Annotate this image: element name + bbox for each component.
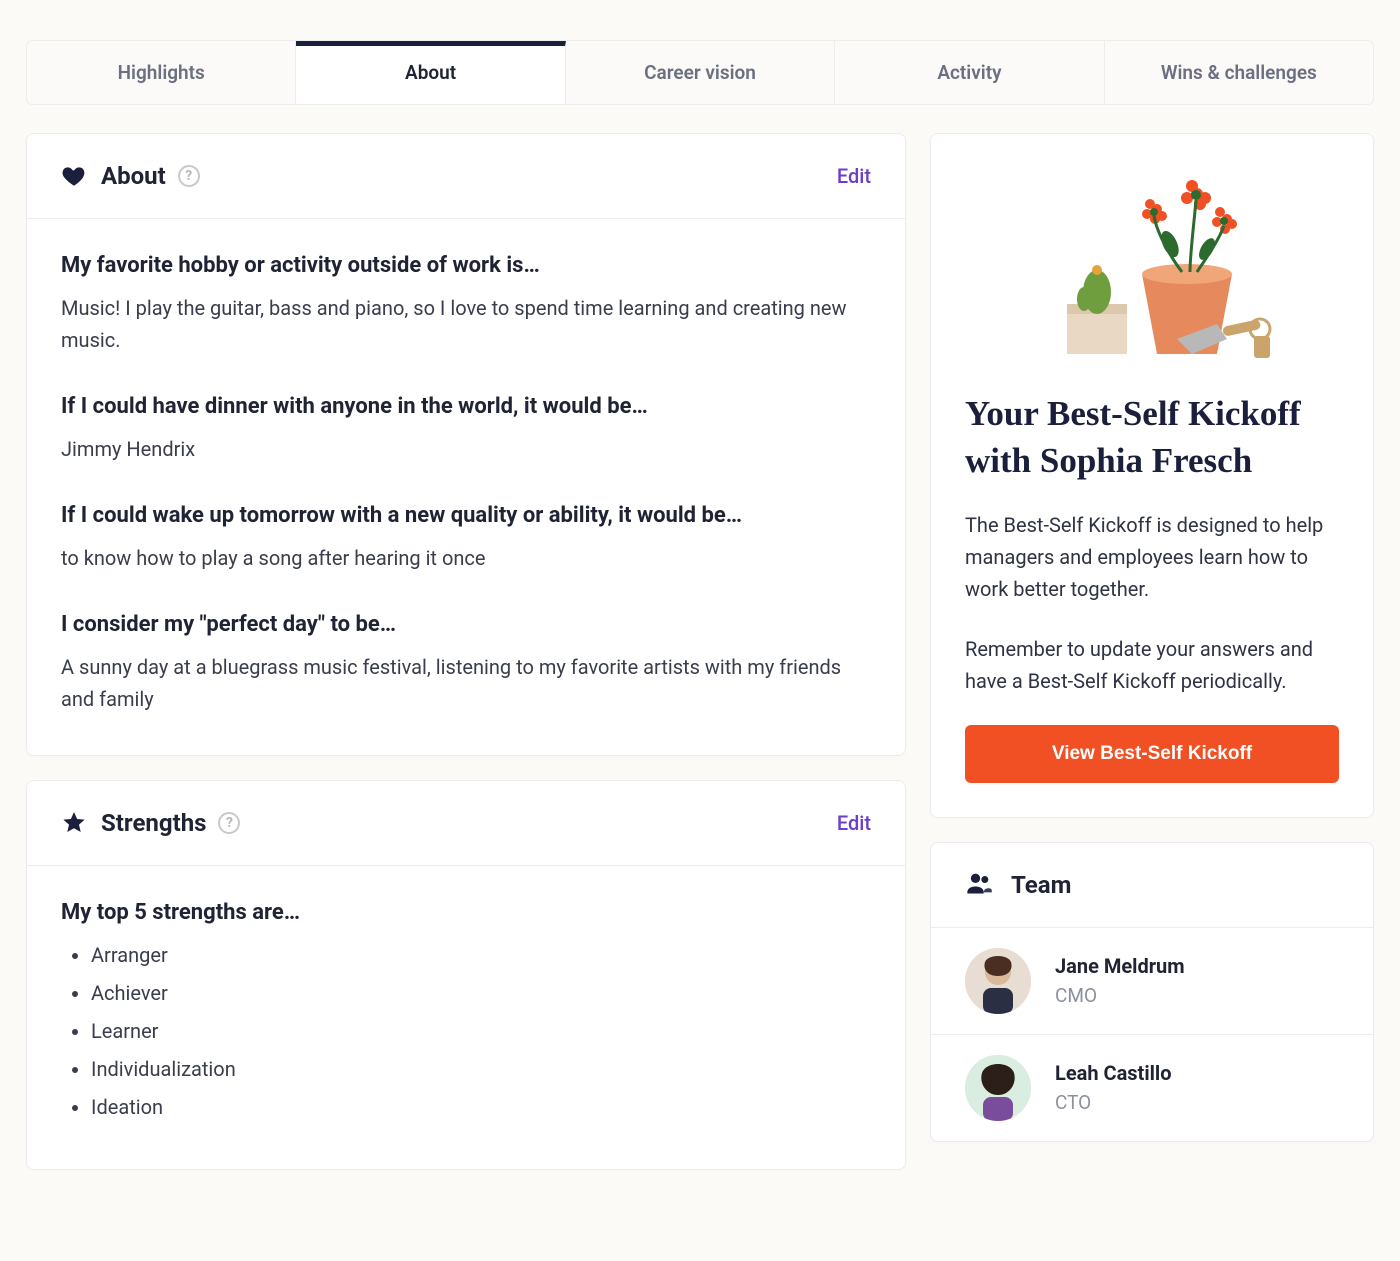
member-title: CTO [1055, 1091, 1172, 1114]
tabs-bar: Highlights About Career vision Activity … [26, 40, 1374, 105]
team-card: Team Jane Meldrum CMO Leah Castillo CTO [930, 842, 1374, 1142]
star-icon [61, 810, 87, 836]
avatar [965, 1055, 1031, 1121]
help-icon[interactable]: ? [178, 165, 200, 187]
strengths-card-header: Strengths ? Edit [27, 781, 905, 866]
about-q3: If I could wake up tomorrow with a new q… [61, 503, 871, 528]
about-card-header: About ? Edit [27, 134, 905, 219]
list-item: Individualization [91, 1053, 871, 1085]
people-icon [965, 869, 993, 901]
heart-icon [61, 163, 87, 189]
about-title: About [101, 162, 166, 190]
tab-career-vision[interactable]: Career vision [566, 41, 835, 104]
flowerpot-illustration [1022, 164, 1282, 364]
avatar [965, 948, 1031, 1014]
help-icon[interactable]: ? [218, 812, 240, 834]
list-item: Learner [91, 1015, 871, 1047]
team-row[interactable]: Jane Meldrum CMO [931, 928, 1373, 1035]
about-q2: If I could have dinner with anyone in th… [61, 394, 871, 419]
list-item: Ideation [91, 1091, 871, 1123]
strengths-card: Strengths ? Edit My top 5 strengths are…… [26, 780, 906, 1170]
about-qa-2: If I could have dinner with anyone in th… [61, 394, 871, 465]
strengths-list: Arranger Achiever Learner Individualizat… [61, 939, 871, 1123]
kickoff-card: Your Best-Self Kickoff with Sophia Fresc… [930, 133, 1374, 818]
team-title: Team [1011, 871, 1071, 899]
about-a3: to know how to play a song after hearing… [61, 542, 871, 574]
tab-activity[interactable]: Activity [835, 41, 1104, 104]
team-card-header: Team [931, 843, 1373, 928]
kickoff-title: Your Best-Self Kickoff with Sophia Fresc… [965, 390, 1339, 485]
about-a4: A sunny day at a bluegrass music festiva… [61, 651, 871, 715]
about-qa-3: If I could wake up tomorrow with a new q… [61, 503, 871, 574]
member-title: CMO [1055, 984, 1185, 1007]
strengths-qa-1: My top 5 strengths are… Arranger Achieve… [61, 900, 871, 1123]
about-a1: Music! I play the guitar, bass and piano… [61, 292, 871, 356]
about-qa-1: My favorite hobby or activity outside of… [61, 253, 871, 356]
list-item: Arranger [91, 939, 871, 971]
tab-highlights[interactable]: Highlights [27, 41, 296, 104]
edit-strengths-link[interactable]: Edit [837, 811, 871, 835]
about-card: About ? Edit My favorite hobby or activi… [26, 133, 906, 756]
strengths-q1: My top 5 strengths are… [61, 900, 871, 925]
tab-about[interactable]: About [296, 41, 565, 104]
view-kickoff-button[interactable]: View Best-Self Kickoff [965, 725, 1339, 783]
tab-wins-challenges[interactable]: Wins & challenges [1105, 41, 1373, 104]
about-a2: Jimmy Hendrix [61, 433, 871, 465]
about-q1: My favorite hobby or activity outside of… [61, 253, 871, 278]
team-row[interactable]: Leah Castillo CTO [931, 1035, 1373, 1141]
member-name: Jane Meldrum [1055, 954, 1185, 978]
list-item: Achiever [91, 977, 871, 1009]
kickoff-p2: Remember to update your answers and have… [965, 633, 1339, 697]
strengths-title: Strengths [101, 809, 206, 837]
about-q4: I consider my "perfect day" to be… [61, 612, 871, 637]
about-qa-4: I consider my "perfect day" to be… A sun… [61, 612, 871, 715]
edit-about-link[interactable]: Edit [837, 164, 871, 188]
member-name: Leah Castillo [1055, 1061, 1172, 1085]
kickoff-p1: The Best-Self Kickoff is designed to hel… [965, 509, 1339, 605]
